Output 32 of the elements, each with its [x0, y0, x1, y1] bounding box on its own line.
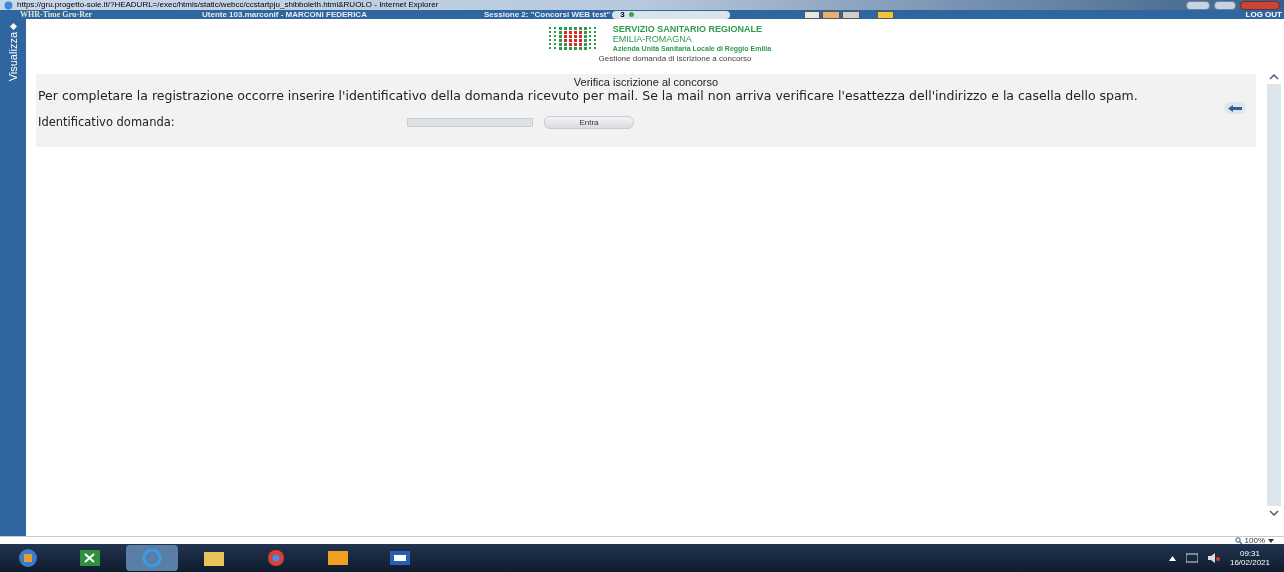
- page-subtitle: Gestione domanda di iscrizione a concorso: [598, 54, 752, 63]
- window-title: https://gru.progetto-sole.it/?HEADURL=/exec/htmls/static/webcc/ccstartpju_shibboleth.html&RUOLO - Internet Explorer: [17, 1, 439, 9]
- speaker-icon[interactable]: [1207, 553, 1220, 563]
- diamond-icon: [9, 23, 17, 30]
- arrow-left-icon: [1228, 104, 1242, 112]
- maximize-button[interactable]: [1214, 0, 1236, 10]
- app-name: WHR-Time Gru-Rer: [20, 10, 94, 19]
- session-label: Sessione 2: "Concorsi WEB test": [484, 10, 611, 19]
- field-label: Identificativo domanda:: [38, 114, 176, 131]
- user-label: Utente 103.marconif - MARCONI FEDERICA: [202, 10, 368, 19]
- zoom-level[interactable]: 100%: [1244, 536, 1265, 545]
- minimize-button[interactable]: [1186, 0, 1210, 10]
- clock-time[interactable]: 09:31: [1239, 549, 1260, 558]
- browser-icon: [4, 0, 13, 10]
- instruction-text: Per completare la registrazione occorre inserire l'identificativo della domanda ricevuto per mail. Se la mail non arriva verificare l'esattezza dell'indirizzo e la casella dello spam.: [38, 89, 1139, 102]
- identifier-field[interactable]: [407, 118, 533, 128]
- scroll-down-icon[interactable]: [1269, 510, 1279, 516]
- scroll-up-icon[interactable]: [1269, 74, 1279, 80]
- visualizza-tab[interactable]: Visualizza: [4, 32, 22, 82]
- form-title: Verifica iscrizione al concorso: [572, 75, 720, 89]
- logout-link[interactable]: LOG OUT: [1245, 10, 1282, 19]
- region-name: EMILIA-ROMAGNA: [612, 34, 693, 44]
- network-icon[interactable]: [1185, 553, 1198, 563]
- spreadsheet-icon[interactable]: [77, 548, 103, 568]
- session-search-field[interactable]: 3: [612, 10, 731, 19]
- org-name: SERVIZIO SANITARIO REGIONALE: [612, 24, 763, 34]
- scroll-track[interactable]: [1267, 84, 1281, 506]
- zoom-icon[interactable]: [1234, 537, 1242, 544]
- tray-arrow-icon[interactable]: [1168, 555, 1176, 561]
- enter-button[interactable]: Entra: [544, 116, 634, 130]
- back-button[interactable]: [1224, 102, 1246, 114]
- clock-date[interactable]: 16/02/2021: [1229, 558, 1270, 567]
